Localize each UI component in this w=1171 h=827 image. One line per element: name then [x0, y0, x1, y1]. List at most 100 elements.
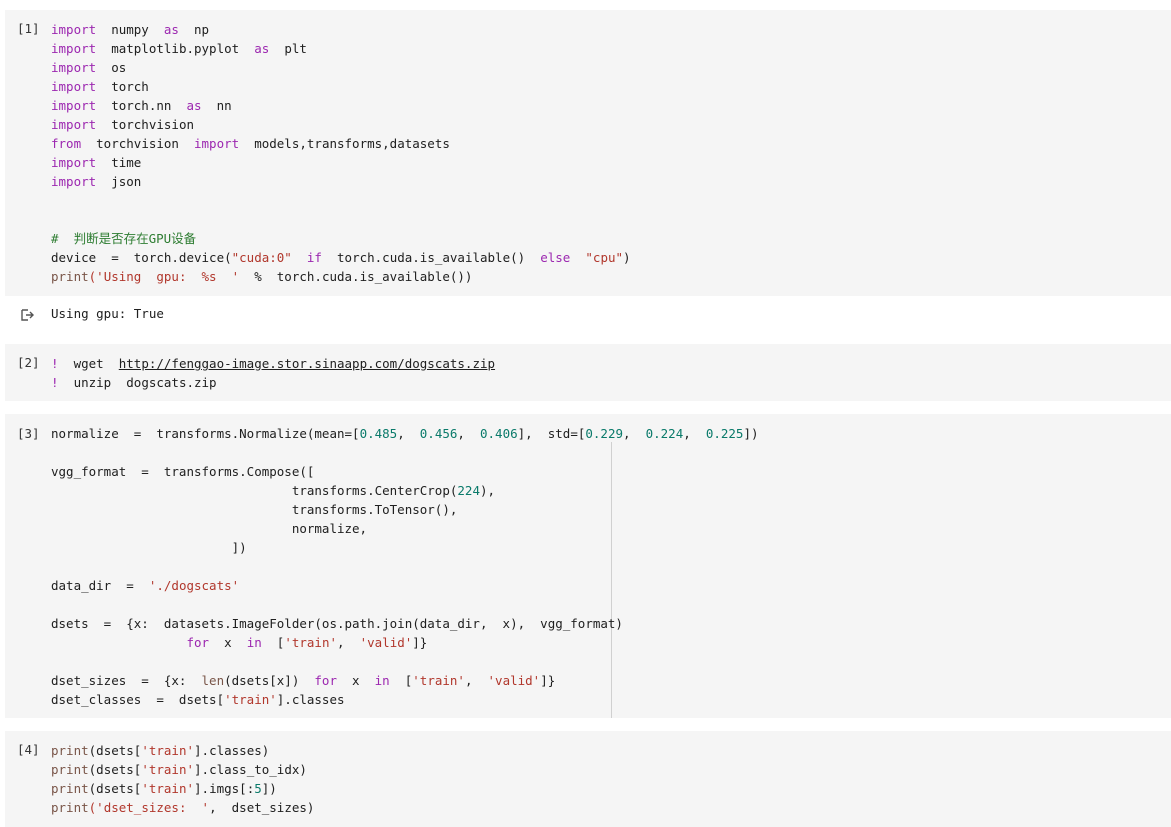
code-token: (dsets[ — [88, 743, 142, 758]
code-token: print — [51, 269, 89, 284]
code-token: 0.456 — [419, 426, 458, 441]
code-token: import — [194, 136, 240, 151]
code-token: 224 — [457, 483, 480, 498]
code-line: print('dset_sizes: ', dset_sizes) — [51, 798, 314, 817]
url-link[interactable]: http://fenggao-image.stor.sinaapp.com/do… — [119, 356, 495, 371]
cell-prompt: [2] — [17, 355, 40, 370]
code-token: in — [374, 673, 390, 688]
code-token: 0.406 — [480, 426, 518, 441]
code-token: 0.224 — [645, 426, 684, 441]
code-line: transforms.CenterCrop(224), — [51, 481, 495, 500]
code-token: torchvision — [96, 117, 194, 132]
code-line: print(dsets['train'].imgs[:5]) — [51, 779, 277, 798]
code-line: device = torch.device("cuda:0" if torch.… — [51, 248, 631, 267]
code-token: ) — [623, 250, 631, 265]
code-token: (dsets[ — [88, 781, 142, 796]
code-token: for — [314, 673, 337, 688]
code-line: print(dsets['train'].class_to_idx) — [51, 760, 307, 779]
code-token: 'valid' — [487, 673, 541, 688]
code-token: './dogscats' — [148, 578, 240, 593]
code-token: ].classes — [276, 692, 345, 707]
code-token: [ — [389, 673, 413, 688]
code-token: dsets = {x: datasets.ImageFolder(os.path… — [51, 616, 623, 631]
code-line: data_dir = './dogscats' — [51, 576, 239, 595]
code-token: x — [336, 673, 375, 688]
code-token: data_dir = — [51, 578, 149, 593]
code-token: , — [464, 673, 488, 688]
code-token: import — [51, 79, 97, 94]
code-line: dset_classes = dsets['train'].classes — [51, 690, 345, 709]
cell-prompt: [4] — [17, 742, 40, 757]
code-token: 'train' — [284, 635, 338, 650]
code-token: "cpu" — [585, 250, 624, 265]
code-token: (dsets[ — [88, 762, 142, 777]
code-line: import numpy as np — [51, 20, 209, 39]
code-token: 'train' — [224, 692, 277, 707]
code-token: ]) — [261, 781, 277, 796]
code-line: import os — [51, 58, 126, 77]
code-token: transforms.CenterCrop( — [51, 483, 458, 498]
code-token: matplotlib.pyplot — [96, 41, 255, 56]
code-line: normalize = transforms.Normalize(mean=[0… — [51, 424, 759, 443]
code-cell-2[interactable]: [2] ! wget http://fenggao-image.stor.sin… — [5, 344, 1171, 401]
code-token: , — [457, 426, 480, 441]
code-token: else — [540, 250, 571, 265]
code-line: ! unzip dogscats.zip — [51, 373, 217, 392]
code-token: import — [51, 60, 97, 75]
code-token: [ — [261, 635, 285, 650]
code-token: % torch.cuda.is_available()) — [239, 269, 473, 284]
code-token: 'train' — [141, 781, 195, 796]
code-token: import — [51, 117, 97, 132]
code-token: import — [51, 98, 97, 113]
code-cell-3[interactable]: [3] normalize = transforms.Normalize(mea… — [5, 414, 1171, 718]
code-token: 'valid' — [359, 635, 413, 650]
code-token: from — [51, 136, 82, 151]
code-token: torchvision — [81, 136, 194, 151]
code-line: # 判断是否存在GPU设备 — [51, 229, 196, 248]
code-token: nn — [201, 98, 232, 113]
code-line: import torchvision — [51, 115, 194, 134]
code-token: print — [51, 743, 89, 758]
code-token: ('Using gpu: %s ' — [88, 269, 240, 284]
code-line: import json — [51, 172, 141, 191]
code-token: ('dset_sizes: ' — [88, 800, 210, 815]
code-token: as — [163, 22, 179, 37]
code-token: 0.229 — [585, 426, 624, 441]
code-token: 'train' — [412, 673, 465, 688]
code-cell-1[interactable]: [1] import numpy as np import matplotlib.… — [5, 10, 1171, 296]
cell-output-1: Using gpu: True — [5, 296, 1171, 336]
code-token: vgg_format = transforms.Compose([ — [51, 464, 315, 479]
code-token: print — [51, 800, 89, 815]
code-token: device = torch.device( — [51, 250, 232, 265]
code-line: import time — [51, 153, 141, 172]
code-token: , — [683, 426, 706, 441]
code-token: dset_sizes = {x: — [51, 673, 202, 688]
code-token: time — [96, 155, 142, 170]
code-token: torch — [96, 79, 149, 94]
code-line: print('Using gpu: %s ' % torch.cuda.is_a… — [51, 267, 472, 286]
code-line: dsets = {x: datasets.ImageFolder(os.path… — [51, 614, 623, 633]
code-line: normalize, — [51, 519, 367, 538]
code-token: wget — [58, 356, 119, 371]
code-token: 'train' — [141, 743, 195, 758]
code-token: as — [186, 98, 202, 113]
code-line: import torch.nn as nn — [51, 96, 232, 115]
code-line: from torchvision import models,transform… — [51, 134, 450, 153]
code-token: print — [51, 762, 89, 777]
code-token: , — [623, 426, 646, 441]
code-token: models,transforms,datasets — [239, 136, 450, 151]
code-cell-4[interactable]: [4] print(dsets['train'].classes) print(d… — [5, 731, 1171, 827]
code-token: ]) — [743, 426, 759, 441]
code-line: for x in ['train', 'valid']} — [51, 633, 427, 652]
cell-prompt: [3] — [17, 426, 40, 441]
code-token: ], std=[ — [517, 426, 586, 441]
column-guide — [611, 442, 612, 718]
code-token: dset_classes = dsets[ — [51, 692, 225, 707]
code-token: ), — [479, 483, 496, 498]
code-token: torch.nn — [96, 98, 187, 113]
code-token: , — [337, 635, 360, 650]
code-token: ]} — [412, 635, 428, 650]
code-token: as — [254, 41, 270, 56]
output-arrow-icon[interactable] — [19, 307, 35, 323]
code-token: torch.cuda.is_available() — [321, 250, 541, 265]
